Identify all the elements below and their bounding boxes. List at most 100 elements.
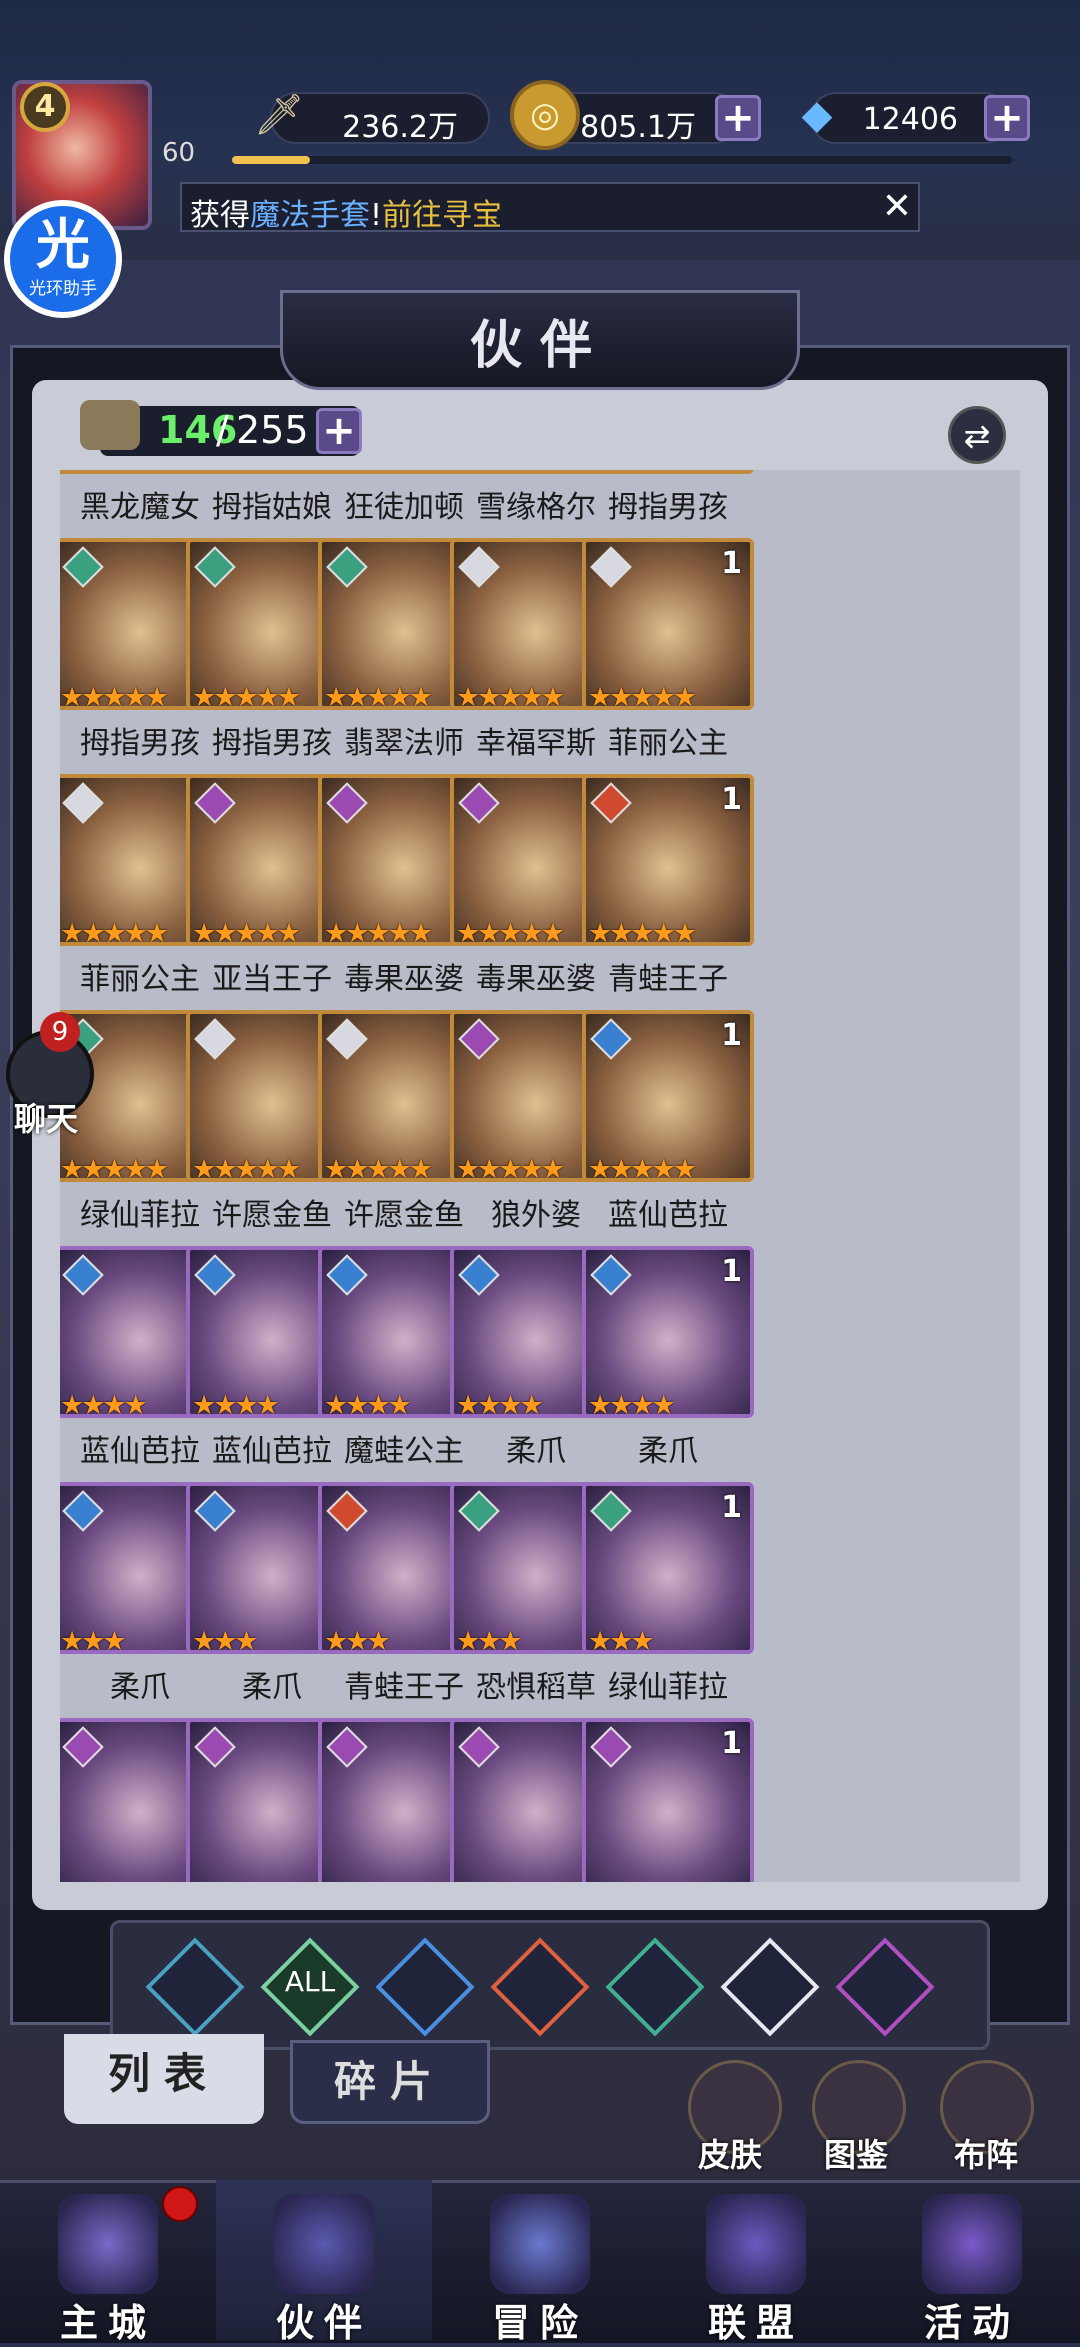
helper-icon: 光 [36, 213, 90, 276]
dark-element-icon [326, 1726, 368, 1768]
partner-count-badge: 1 [721, 1254, 742, 1289]
notice-item: 魔法手套 [250, 198, 370, 233]
star-rating: ★★★★★ [588, 682, 697, 710]
dark-element-icon [458, 782, 500, 824]
notice-text: 获得魔法手套!前往寻宝 [190, 190, 502, 234]
power-sword-icon: 🗡 [253, 92, 305, 138]
gem-value: 12406 [862, 102, 958, 137]
compass-icon [490, 2194, 590, 2294]
add-gold-button[interactable]: + [715, 95, 761, 141]
tab-shards[interactable]: 碎片 [290, 2040, 490, 2124]
gold-value: 805.1万 [580, 110, 696, 145]
partner-card[interactable]: 1 ★★★★★ 菲丽公主 [582, 538, 754, 766]
partner-portrait: 1 ★★★ [582, 1482, 754, 1654]
star-rating: ★★★★★ [588, 1154, 697, 1182]
notice-link[interactable]: 前往寻宝 [382, 198, 502, 233]
partner-name: 拇指男孩 [608, 490, 728, 525]
dark-element-icon [326, 782, 368, 824]
formation-label: 布阵 [953, 2136, 1018, 2174]
partner-portrait: ★★★★★ [582, 470, 754, 474]
dark-element-icon [458, 1726, 500, 1768]
star-rating: ★★★★★ [588, 918, 697, 946]
partner-separator: / [216, 408, 229, 452]
partner-card[interactable]: ★★★★★ 拇指男孩 [582, 470, 754, 530]
partner-portrait: 1 [582, 1718, 754, 1882]
star-rating: ★★★★★ [588, 470, 754, 474]
light-element-icon [590, 546, 632, 588]
nav-label: 活动 [923, 2301, 1020, 2345]
partner-portrait: 1 ★★★★ [582, 1246, 754, 1418]
nav-2[interactable]: 冒险 [432, 2180, 648, 2345]
skin-label: 皮肤 [697, 2136, 762, 2174]
water-element-icon [326, 1254, 368, 1296]
partner-count-badge: 1 [721, 782, 742, 817]
partner-card[interactable]: 1 ★★★★ 柔爪 [582, 1246, 754, 1474]
tab-list[interactable]: 列表 [64, 2034, 264, 2124]
notification-dot [162, 2186, 198, 2222]
nav-4[interactable]: 活动 [864, 2180, 1080, 2345]
title-plate: 伙伴 [280, 290, 800, 390]
wind-element-icon [326, 546, 368, 588]
dark-element-icon [458, 1018, 500, 1060]
water-element-icon [194, 1254, 236, 1296]
partner-portrait: 1 ★★★★★ [582, 538, 754, 710]
dark-element-icon [194, 1726, 236, 1768]
partner-count-badge: 1 [721, 1726, 742, 1761]
water-element-icon [194, 1490, 236, 1532]
helper-button[interactable]: 光 光环助手 [4, 200, 122, 318]
gold-coin-icon: ◎ [510, 80, 580, 150]
cards-icon [922, 2194, 1022, 2294]
light-element-icon [326, 1018, 368, 1060]
helper-label: 光环助手 [29, 279, 97, 299]
nav-label: 伙伴 [275, 2301, 372, 2345]
wind-element-icon [590, 1490, 632, 1532]
partner-count-badge: 1 [721, 1018, 742, 1053]
chat-label: 聊天 [14, 1100, 79, 1138]
partner-grid: ★★★★★黑龙魔女★★★★★拇指姑娘★★★★★狂徒加顿★★★★★雪缘格尔★★★★… [60, 470, 1020, 1882]
partner-name: 绿仙菲拉 [608, 1670, 728, 1705]
partner-card[interactable]: 1 ★★★★★ 蓝仙芭拉 [582, 1010, 754, 1238]
nav-3[interactable]: 联盟 [648, 2180, 864, 2345]
dark-element-icon [62, 1726, 104, 1768]
partner-card[interactable]: 1 ★★★ 绿仙菲拉 [582, 1482, 754, 1710]
water-element-icon [458, 1254, 500, 1296]
dark-element-icon [590, 1726, 632, 1768]
water-element-icon [62, 1490, 104, 1532]
partner-name: 青蛙王子 [608, 962, 728, 997]
light-element-icon [458, 546, 500, 588]
partner-card[interactable]: 1 [582, 1718, 754, 1882]
close-icon[interactable]: ✕ [878, 188, 916, 226]
notice-banner[interactable]: 获得魔法手套!前往寻宝 [180, 182, 920, 234]
nav-1[interactable]: 伙伴 [216, 2180, 432, 2345]
nav-label: 联盟 [707, 2301, 804, 2345]
fire-element-icon [590, 782, 632, 824]
wind-element-icon [62, 546, 104, 588]
partner-card[interactable]: 1 ★★★★★ 青蛙王子 [582, 774, 754, 1002]
water-element-icon [590, 1254, 632, 1296]
filter-all-label: ALL [284, 1965, 336, 1998]
notice-mid: ! [370, 198, 383, 233]
exp-level-text: 60 [162, 138, 196, 168]
partner-portrait: 1 ★★★★★ [582, 774, 754, 946]
notice-prefix: 获得 [190, 198, 250, 233]
page-title: 伙伴 [469, 316, 610, 376]
water-element-icon [590, 1018, 632, 1060]
nav-label: 主城 [59, 2301, 156, 2345]
power-value: 236.2万 [342, 110, 458, 145]
wind-element-icon [194, 546, 236, 588]
star-rating: ★★★ [588, 1626, 655, 1654]
partner-count-badge: 1 [721, 1490, 742, 1525]
player-level-badge: 4 [20, 82, 70, 132]
star-rating: ★★★★ [588, 1390, 676, 1418]
shield-icon [706, 2194, 806, 2294]
chat-unread-badge: 9 [40, 1012, 80, 1052]
exp-bar [232, 156, 1012, 164]
castle-icon [58, 2194, 158, 2294]
partners-icon [80, 400, 140, 450]
add-gem-button[interactable]: + [984, 95, 1030, 141]
sort-switch-icon[interactable]: ⇄ [948, 406, 1006, 464]
expand-slots-button[interactable]: + [316, 408, 362, 454]
fire-element-icon [326, 1490, 368, 1532]
codex-label: 图鉴 [823, 2136, 888, 2174]
exp-bar-fill [232, 156, 310, 164]
